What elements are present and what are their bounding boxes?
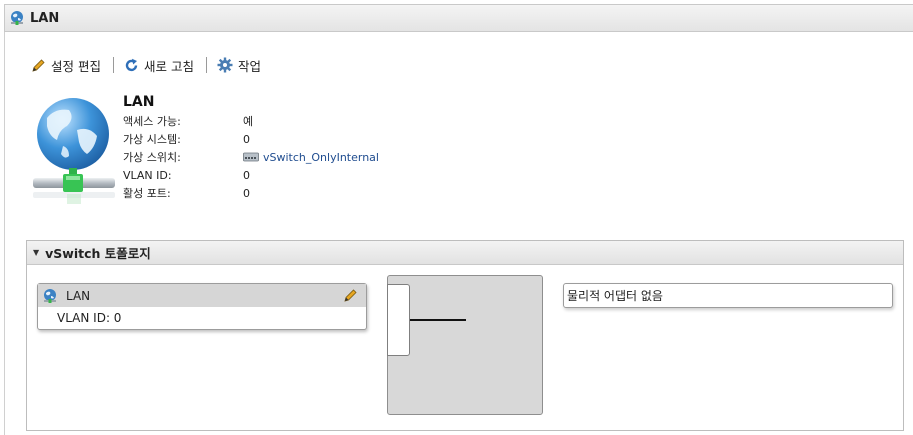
info-value: 예 bbox=[243, 115, 254, 128]
network-globe-icon bbox=[44, 288, 56, 303]
toolbar-separator bbox=[205, 57, 207, 73]
port-group-card[interactable]: LAN VLAN ID: 0 bbox=[37, 283, 367, 330]
switch-icon bbox=[243, 152, 259, 162]
switch-connection-line bbox=[410, 319, 466, 321]
pencil-icon[interactable] bbox=[343, 288, 358, 303]
vswitch-topology-panel: ▼ vSwitch 토폴로지 LAN VLAN ID: 0 물리적 어댑터 없음 bbox=[26, 240, 904, 431]
refresh-button[interactable]: 새로 고침 bbox=[124, 56, 194, 75]
topology-header-label: vSwitch 토폴로지 bbox=[45, 246, 151, 261]
edit-settings-button[interactable]: 설정 편집 bbox=[31, 56, 101, 75]
edit-settings-label: 설정 편집 bbox=[51, 58, 101, 74]
network-globe-large-icon bbox=[33, 98, 115, 204]
info-row-accessible: 액세스 가능: 예 bbox=[123, 112, 379, 130]
pencil-icon bbox=[32, 58, 45, 72]
info-row-virtual-switch: 가상 스위치: vSwitch_OnlyInternal bbox=[123, 148, 379, 166]
refresh-icon bbox=[125, 58, 138, 71]
info-row-virtual-machines: 가상 시스템: 0 bbox=[123, 130, 379, 148]
vswitch-diagram bbox=[387, 275, 543, 415]
toolbar: 설정 편집 새로 고침 작업 bbox=[31, 55, 261, 75]
info-row-vlan-id: VLAN ID: 0 bbox=[123, 166, 379, 184]
info-value-link-wrap: vSwitch_OnlyInternal bbox=[243, 151, 379, 164]
gear-icon bbox=[217, 57, 233, 73]
toolbar-separator bbox=[112, 57, 114, 73]
window-title: LAN bbox=[30, 10, 60, 26]
network-info-table: 액세스 가능: 예 가상 시스템: 0 가상 스위치: vSwitch_Only… bbox=[123, 112, 379, 202]
collapse-triangle-icon[interactable]: ▼ bbox=[33, 248, 39, 257]
lan-network-page: LAN 설정 편집 새로 고침 작업 LAN 액세스 가능: 예 가상 시스템:… bbox=[0, 0, 913, 435]
info-value: 0 bbox=[243, 168, 250, 182]
topology-panel-header[interactable]: ▼ vSwitch 토폴로지 bbox=[27, 241, 903, 265]
info-label: 액세스 가능: bbox=[123, 115, 181, 128]
network-title: LAN bbox=[123, 94, 155, 110]
info-label: 가상 스위치: bbox=[123, 151, 181, 164]
vswitch-link[interactable]: vSwitch_OnlyInternal bbox=[263, 151, 379, 164]
actions-label: 작업 bbox=[237, 58, 261, 74]
info-row-active-ports: 활성 포트: 0 bbox=[123, 184, 379, 202]
info-value: 0 bbox=[243, 186, 250, 200]
physical-adapter-label: 물리적 어댑터 없음 bbox=[567, 289, 663, 303]
info-label: 활성 포트: bbox=[123, 187, 171, 200]
info-value: 0 bbox=[243, 132, 250, 146]
network-globe-icon bbox=[11, 11, 23, 25]
info-label: VLAN ID: bbox=[123, 168, 172, 182]
port-group-name: LAN bbox=[66, 288, 91, 303]
port-group-header: LAN bbox=[38, 284, 366, 307]
physical-adapter-card: 물리적 어댑터 없음 bbox=[563, 283, 893, 308]
port-group-vlan: VLAN ID: 0 bbox=[57, 311, 122, 325]
actions-button[interactable]: 작업 bbox=[217, 56, 261, 75]
refresh-label: 새로 고침 bbox=[143, 58, 194, 74]
switch-port-tab bbox=[387, 284, 410, 356]
info-label: 가상 시스템: bbox=[123, 133, 181, 146]
window-titlebar: LAN bbox=[4, 4, 913, 32]
